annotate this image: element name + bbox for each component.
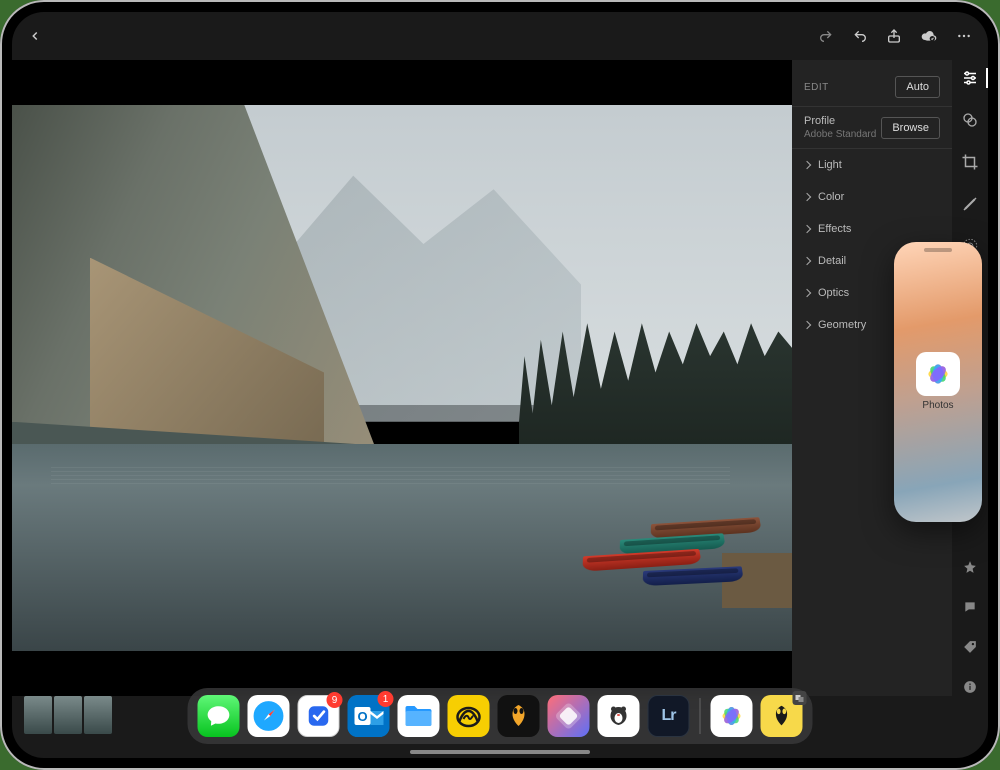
- screen: EDIT Auto Profile Adobe Standard Browse …: [12, 12, 988, 758]
- dock-app-safari[interactable]: [248, 695, 290, 737]
- chevron-right-icon: [803, 161, 811, 169]
- multiwindow-indicator-icon: [793, 691, 807, 705]
- thumbnail[interactable]: [84, 696, 112, 734]
- edit-section-label: EDIT: [804, 82, 829, 93]
- dock-app-shortcuts[interactable]: [548, 695, 590, 737]
- slide-over-app-icon[interactable]: [916, 352, 960, 396]
- presets-tool-icon[interactable]: [960, 110, 980, 130]
- comments-icon[interactable]: [961, 598, 979, 616]
- chevron-right-icon: [803, 321, 811, 329]
- profile-label: Profile: [804, 115, 876, 127]
- ipad-frame: EDIT Auto Profile Adobe Standard Browse …: [0, 0, 1000, 770]
- thumbnail[interactable]: [54, 696, 82, 734]
- chevron-right-icon: [803, 257, 811, 265]
- panel-effects[interactable]: Effects: [792, 213, 952, 245]
- share-icon[interactable]: [886, 28, 902, 44]
- badge: 9: [327, 692, 343, 708]
- slide-over-panel[interactable]: Photos: [894, 242, 982, 522]
- edited-photo: [12, 105, 792, 652]
- dock-recent-ulysses[interactable]: [761, 695, 803, 737]
- auto-button[interactable]: Auto: [895, 76, 940, 98]
- slide-over-handle-icon[interactable]: [924, 248, 952, 252]
- profile-value: Adobe Standard: [804, 129, 876, 140]
- browse-profiles-button[interactable]: Browse: [881, 117, 940, 139]
- healing-tool-icon[interactable]: [960, 194, 980, 214]
- dock-app-messages[interactable]: [198, 695, 240, 737]
- adjust-tool-icon[interactable]: [960, 68, 980, 88]
- ipad-dock: 9 O 1 Lr: [188, 688, 813, 744]
- svg-text:O: O: [357, 709, 367, 724]
- slide-over-app-label: Photos: [922, 400, 953, 411]
- dock-app-ulysses[interactable]: [498, 695, 540, 737]
- canoe: [642, 566, 743, 586]
- keywords-icon[interactable]: [961, 638, 979, 656]
- filmstrip[interactable]: [24, 696, 112, 734]
- dock-app-lightroom[interactable]: Lr: [648, 695, 690, 737]
- undo-icon[interactable]: [852, 28, 868, 44]
- dock-app-things[interactable]: 9: [298, 695, 340, 737]
- crop-tool-icon[interactable]: [960, 152, 980, 172]
- dock-recent-photos[interactable]: [711, 695, 753, 737]
- chevron-right-icon: [803, 289, 811, 297]
- home-indicator[interactable]: [410, 750, 590, 754]
- more-icon[interactable]: [956, 28, 972, 44]
- app-topbar: [12, 12, 988, 60]
- photo-canvas[interactable]: [12, 60, 792, 696]
- rating-icon[interactable]: [961, 558, 979, 576]
- dock-app-files[interactable]: [398, 695, 440, 737]
- dock-app-outlook[interactable]: O 1: [348, 695, 390, 737]
- back-button[interactable]: [28, 29, 42, 43]
- badge: 1: [378, 691, 394, 707]
- panel-color[interactable]: Color: [792, 181, 952, 213]
- cloud-sync-icon[interactable]: [920, 28, 938, 44]
- thumbnail[interactable]: [24, 696, 52, 734]
- redo-icon[interactable]: [818, 28, 834, 44]
- panel-light[interactable]: Light: [792, 149, 952, 181]
- chevron-right-icon: [803, 193, 811, 201]
- dock-divider: [700, 698, 701, 734]
- dock-app-bear[interactable]: [598, 695, 640, 737]
- dock-app-basecamp[interactable]: [448, 695, 490, 737]
- chevron-right-icon: [803, 225, 811, 233]
